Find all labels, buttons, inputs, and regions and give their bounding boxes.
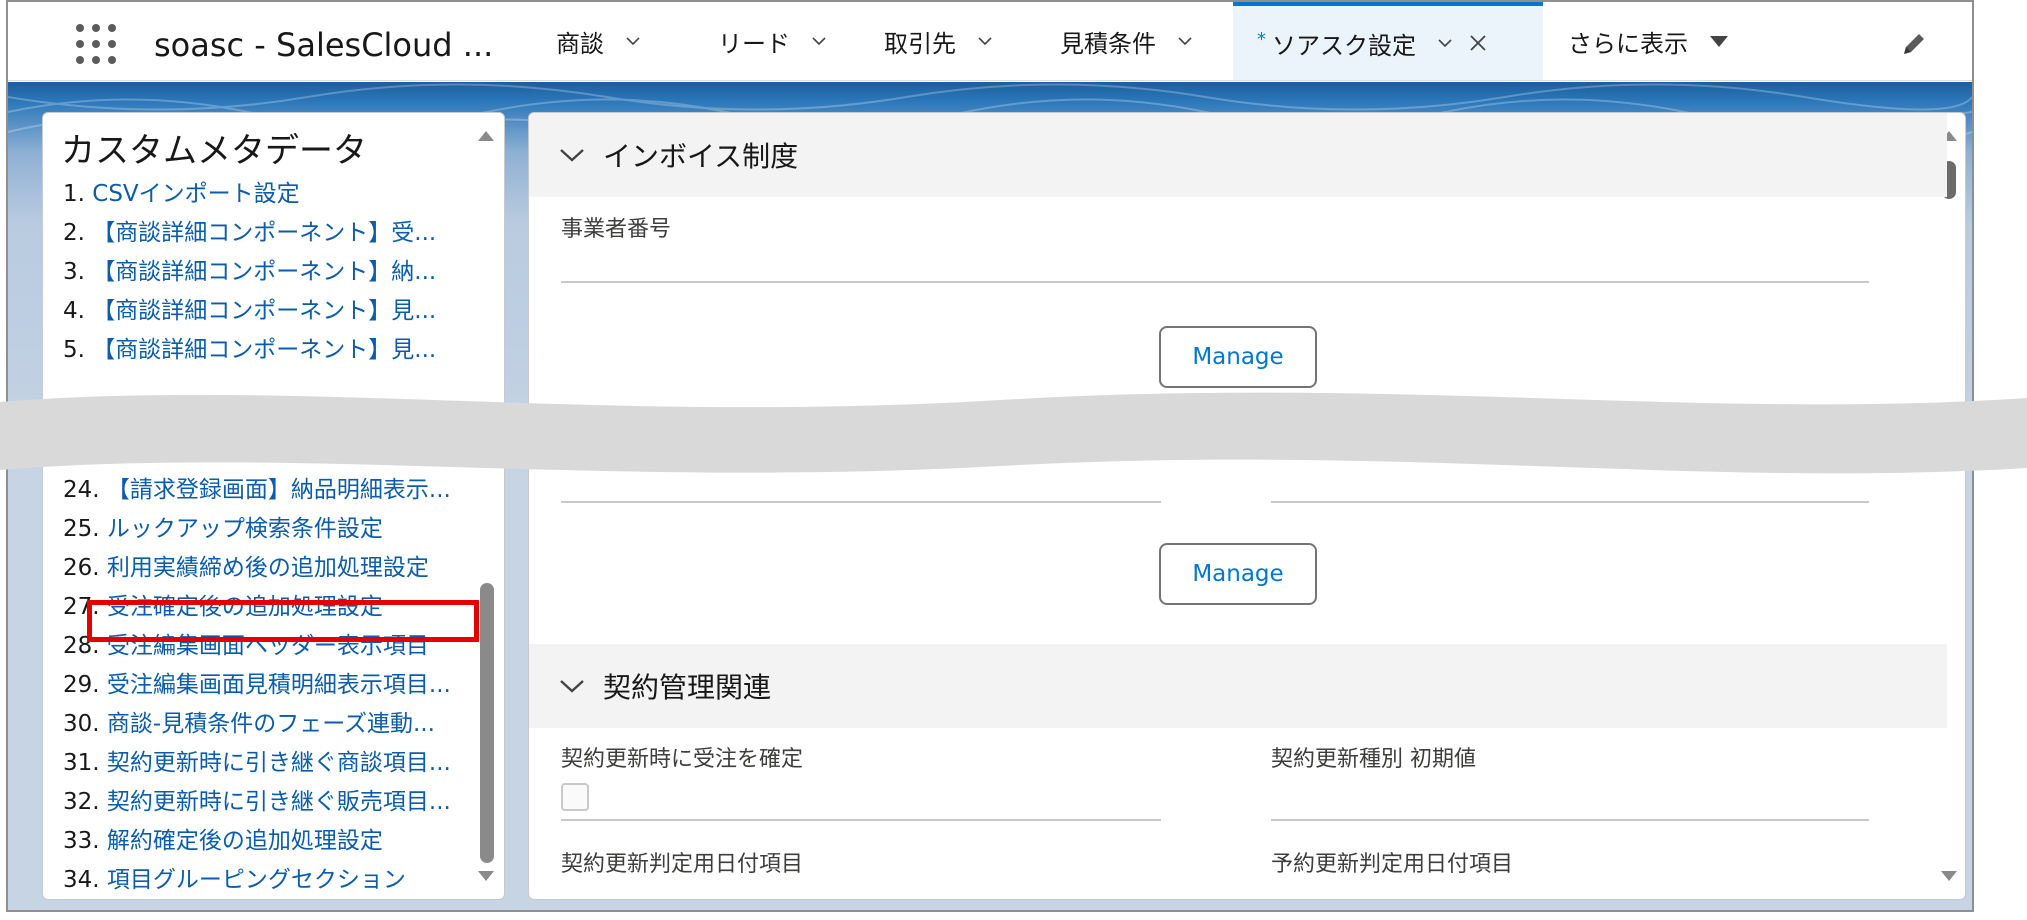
- item-link[interactable]: 【商談詳細コンポーネント】見...: [92, 298, 436, 324]
- item-link[interactable]: CSVインポート設定: [92, 181, 299, 207]
- item-number: 26.: [63, 555, 100, 581]
- item-number: 5.: [63, 337, 85, 363]
- list-item[interactable]: 31. 契約更新時に引き継ぐ商談項目...: [63, 744, 483, 783]
- list-item[interactable]: 32. 契約更新時に引き継ぐ販売項目...: [63, 783, 483, 822]
- panel-title: カスタムメタデータ: [61, 131, 367, 171]
- item-number: 32.: [63, 789, 100, 815]
- app-launcher-icon[interactable]: [76, 24, 116, 64]
- section-title: 契約管理関連: [603, 671, 772, 704]
- nav-tab-quote-terms[interactable]: 見積条件: [1060, 2, 1192, 80]
- section-header-invoice[interactable]: インボイス制度: [529, 113, 1947, 197]
- field-value-renew-confirm: [561, 819, 1161, 821]
- item-number: 30.: [63, 711, 100, 737]
- content-break-wave: [0, 392, 2027, 474]
- nav-tab-label: ソアスク設定: [1272, 31, 1416, 60]
- nav-tab-account[interactable]: 取引先: [884, 2, 992, 80]
- list-item[interactable]: 5. 【商談詳細コンポーネント】見...: [63, 331, 483, 370]
- nav-tab-opportunity[interactable]: 商談: [556, 2, 640, 80]
- item-link[interactable]: 契約更新時に引き継ぐ販売項目...: [107, 789, 451, 815]
- item-number: 25.: [63, 516, 100, 542]
- metadata-list-bottom: 24. 【請求登録画面】納品明細表示... 25. ルックアップ検索条件設定 2…: [63, 471, 483, 899]
- item-link[interactable]: 項目グルーピングセクション: [107, 867, 406, 893]
- scroll-down-arrow-icon[interactable]: [1941, 871, 1957, 881]
- list-item[interactable]: 1. CSVインポート設定: [63, 175, 483, 214]
- close-icon[interactable]: [1468, 33, 1488, 53]
- field-value-right[interactable]: [1271, 501, 1869, 503]
- highlight-box: [87, 600, 479, 642]
- field-value-left[interactable]: [561, 501, 1161, 503]
- item-number: 4.: [63, 298, 85, 324]
- list-item[interactable]: 29. 受注編集画面見積明細表示項目...: [63, 666, 483, 705]
- nav-tab-lead[interactable]: リード: [718, 2, 826, 80]
- list-item[interactable]: 3. 【商談詳細コンポーネント】納...: [63, 253, 483, 292]
- item-number: 3.: [63, 259, 85, 285]
- chevron-down-icon[interactable]: [626, 34, 640, 48]
- nav-tab-soasc-settings[interactable]: * ソアスク設定: [1233, 2, 1543, 80]
- list-item[interactable]: 4. 【商談詳細コンポーネント】見...: [63, 292, 483, 331]
- item-link[interactable]: 【商談詳細コンポーネント】見...: [92, 337, 436, 363]
- item-link[interactable]: 【商談詳細コンポーネント】納...: [92, 259, 436, 285]
- field-label-renew-type: 契約更新種別 初期値: [1271, 747, 1476, 772]
- section-title: インボイス制度: [603, 140, 799, 173]
- item-link[interactable]: 解約確定後の追加処理設定: [107, 828, 383, 854]
- field-label-renew-date: 契約更新判定用日付項目: [561, 852, 804, 877]
- manage-button[interactable]: Manage: [1159, 543, 1317, 605]
- item-link[interactable]: ルックアップ検索条件設定: [107, 516, 383, 542]
- nav-tab-label: さらに表示: [1568, 29, 1688, 58]
- list-item[interactable]: 26. 利用実績締め後の追加処理設定: [63, 549, 483, 588]
- chevron-down-icon[interactable]: [1438, 36, 1452, 50]
- settings-detail-panel: インボイス制度 事業者番号 Manage Manage 契約管理関連 契約更新時…: [528, 112, 1966, 900]
- nav-tab-label: 見積条件: [1060, 29, 1156, 58]
- renew-confirm-checkbox[interactable]: [561, 783, 589, 811]
- item-link[interactable]: 【商談詳細コンポーネント】受...: [92, 220, 436, 246]
- field-label-reserve-date: 予約更新判定用日付項目: [1271, 852, 1514, 877]
- section-header-contract[interactable]: 契約管理関連: [529, 644, 1947, 728]
- item-link[interactable]: 商談-見積条件のフェーズ連動...: [107, 711, 435, 737]
- list-item[interactable]: 34. 項目グルーピングセクション: [63, 861, 483, 899]
- pencil-icon[interactable]: [1900, 30, 1928, 58]
- app-name: soasc - SalesCloud ...: [154, 26, 494, 64]
- field-value-renew-type[interactable]: [1271, 819, 1869, 821]
- field-label-business-number: 事業者番号: [561, 217, 672, 242]
- list-item[interactable]: 30. 商談-見積条件のフェーズ連動...: [63, 705, 483, 744]
- field-label-renew-confirm: 契約更新時に受注を確定: [561, 747, 804, 772]
- chevron-down-icon[interactable]: [559, 146, 585, 164]
- item-number: 33.: [63, 828, 100, 854]
- item-link[interactable]: 受注編集画面見積明細表示項目...: [107, 672, 451, 698]
- item-number: 34.: [63, 867, 100, 893]
- list-item[interactable]: 25. ルックアップ検索条件設定: [63, 510, 483, 549]
- caret-down-icon: [1710, 35, 1728, 47]
- metadata-list-top: 1. CSVインポート設定 2. 【商談詳細コンポーネント】受... 3. 【商…: [63, 175, 483, 370]
- chevron-down-icon[interactable]: [559, 677, 585, 695]
- item-link[interactable]: 契約更新時に引き継ぐ商談項目...: [107, 750, 451, 776]
- item-number: 31.: [63, 750, 100, 776]
- chevron-down-icon[interactable]: [978, 34, 992, 48]
- item-number: 2.: [63, 220, 85, 246]
- chevron-down-icon[interactable]: [812, 34, 826, 48]
- top-nav-bar: soasc - SalesCloud ... 商談 リード 取引先 見積条件 *…: [8, 2, 1972, 81]
- nav-tab-label: リード: [718, 29, 790, 58]
- list-item[interactable]: 2. 【商談詳細コンポーネント】受...: [63, 214, 483, 253]
- list-item[interactable]: 33. 解約確定後の追加処理設定: [63, 822, 483, 861]
- item-link[interactable]: 利用実績締め後の追加処理設定: [107, 555, 429, 581]
- custom-metadata-panel: カスタムメタデータ 1. CSVインポート設定 2. 【商談詳細コンポーネント】…: [42, 112, 505, 900]
- item-number: 29.: [63, 672, 100, 698]
- scroll-up-arrow-icon[interactable]: [478, 131, 494, 141]
- nav-tab-more[interactable]: さらに表示: [1568, 2, 1728, 80]
- item-number: 1.: [63, 181, 85, 207]
- manage-button[interactable]: Manage: [1159, 326, 1317, 388]
- nav-tab-label: 取引先: [884, 29, 956, 58]
- nav-tab-label: 商談: [556, 29, 604, 58]
- chevron-down-icon[interactable]: [1178, 34, 1192, 48]
- unsaved-marker: *: [1257, 28, 1266, 50]
- field-value-business-number[interactable]: [561, 281, 1869, 283]
